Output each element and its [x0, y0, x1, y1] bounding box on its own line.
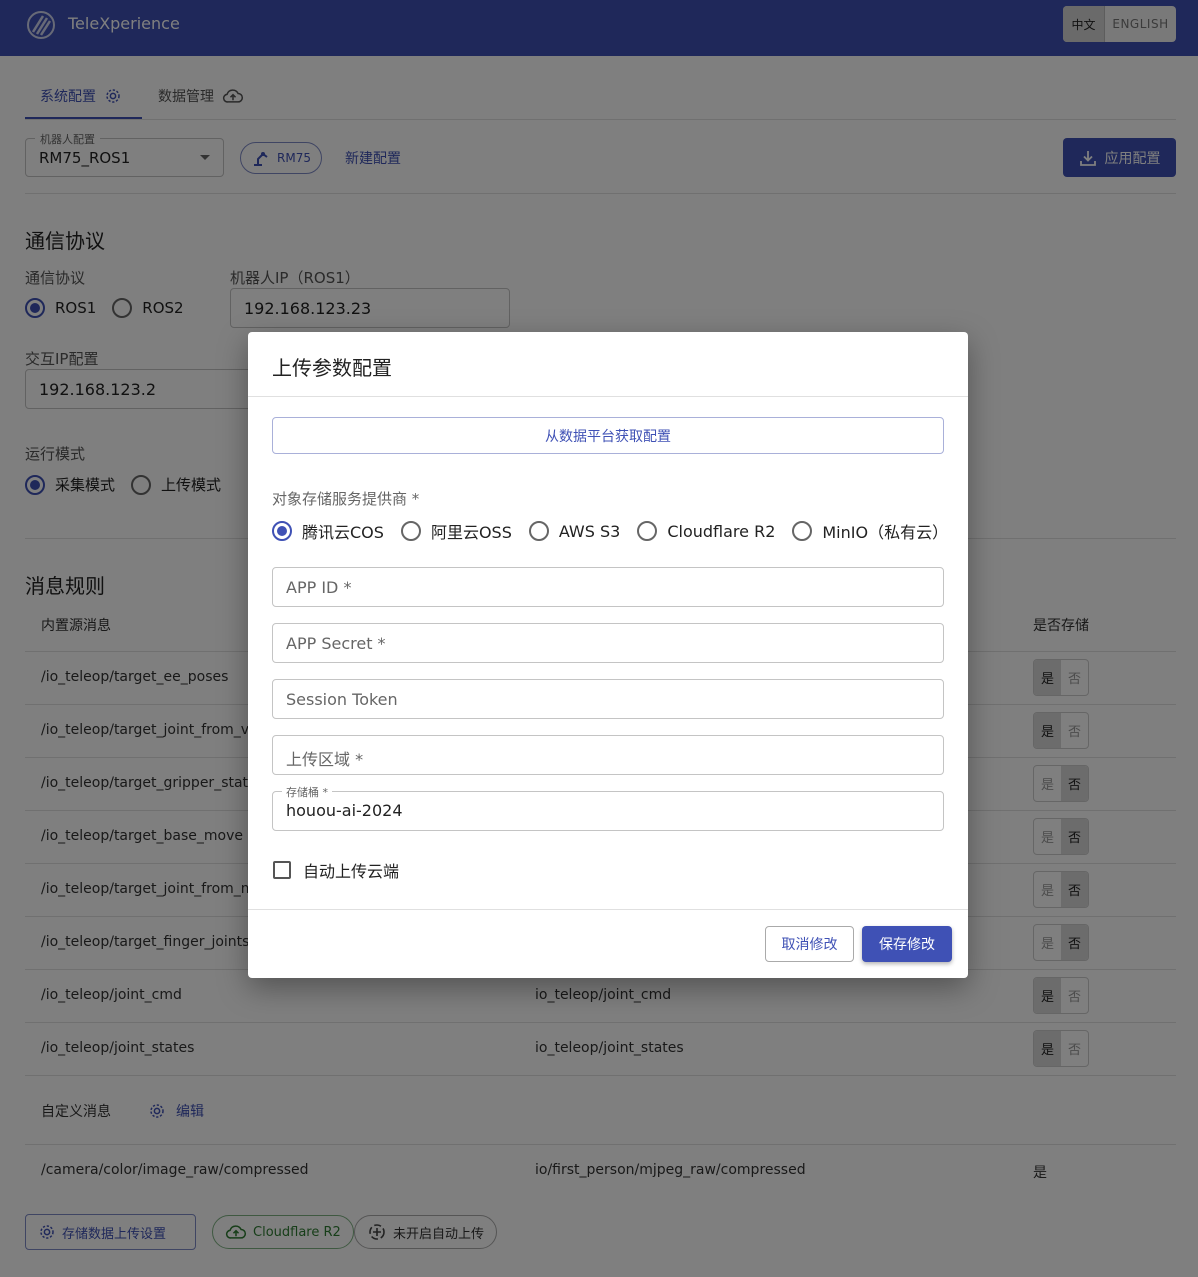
radio-icon: [400, 521, 421, 541]
radio-icon: [792, 521, 813, 541]
bucket-value: houou-ai-2024: [286, 801, 403, 820]
radio-icon: [272, 521, 292, 541]
bucket-legend: 存储桶 *: [282, 784, 332, 800]
cancel-button[interactable]: 取消修改: [765, 926, 854, 962]
session-token-placeholder: Session Token: [286, 690, 398, 709]
upload-config-dialog: 上传参数配置 从数据平台获取配置 对象存储服务提供商 * 腾讯云COS 阿里云O…: [248, 332, 968, 978]
radio-label: AWS S3: [558, 521, 621, 541]
provider-cloudflare-radio[interactable]: Cloudflare R2: [637, 521, 775, 541]
radio-label: 腾讯云COS: [302, 523, 384, 542]
auto-upload-checkbox-label: 自动上传云端: [303, 862, 400, 881]
provider-aws-radio[interactable]: AWS S3: [528, 521, 621, 541]
app-id-placeholder: APP ID *: [286, 578, 352, 597]
bucket-field[interactable]: 存储桶 * houou-ai-2024: [272, 784, 944, 831]
app-secret-placeholder: APP Secret *: [286, 634, 386, 653]
radio-label: MinIO（私有云）: [822, 523, 949, 542]
upload-region-placeholder: 上传区域 *: [286, 750, 364, 769]
dialog-title: 上传参数配置: [272, 356, 392, 380]
radio-icon: [528, 521, 549, 541]
radio-label: Cloudflare R2: [667, 521, 776, 541]
auto-upload-checkbox[interactable]: 自动上传云端: [273, 858, 399, 882]
provider-tencent-radio[interactable]: 腾讯云COS: [272, 519, 384, 543]
dialog-divider: [248, 909, 968, 910]
upload-region-field[interactable]: 上传区域 *: [272, 735, 944, 775]
fetch-config-button[interactable]: 从数据平台获取配置: [272, 417, 944, 454]
radio-icon: [637, 521, 658, 541]
provider-radio-group: 腾讯云COS 阿里云OSS AWS S3 Cloudflare R2 MinIO…: [272, 519, 948, 543]
provider-minio-radio[interactable]: MinIO（私有云）: [792, 519, 948, 543]
provider-aliyun-radio[interactable]: 阿里云OSS: [400, 519, 512, 543]
save-button[interactable]: 保存修改: [862, 926, 952, 962]
app-id-field[interactable]: APP ID *: [272, 567, 944, 607]
app-secret-field[interactable]: APP Secret *: [272, 623, 944, 663]
checkbox-icon: [273, 861, 291, 879]
dialog-divider: [248, 396, 968, 397]
provider-label: 对象存储服务提供商 *: [272, 490, 420, 508]
radio-label: 阿里云OSS: [430, 523, 512, 542]
session-token-field[interactable]: Session Token: [272, 679, 944, 719]
